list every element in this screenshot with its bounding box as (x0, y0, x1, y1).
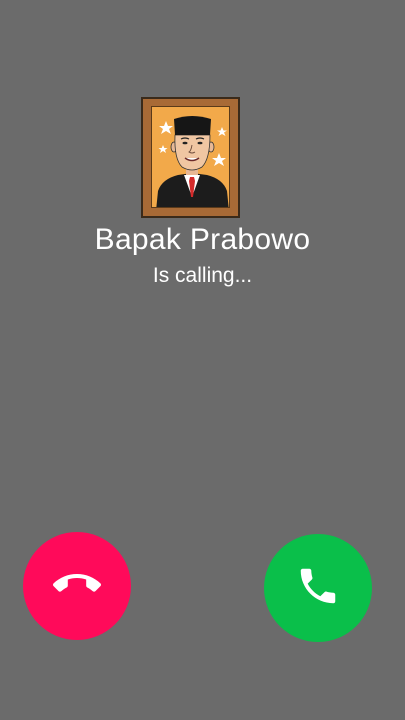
portrait-illustration (156, 116, 229, 207)
accept-button[interactable] (264, 534, 372, 642)
decline-button[interactable] (23, 532, 131, 640)
caller-name: Bapak Prabowo (94, 223, 311, 256)
caller-avatar (141, 97, 240, 218)
call-status: Is calling... (152, 264, 253, 287)
phone-icon (295, 563, 341, 614)
caller-portrait (151, 106, 230, 208)
phone-hangup-icon (53, 560, 101, 613)
